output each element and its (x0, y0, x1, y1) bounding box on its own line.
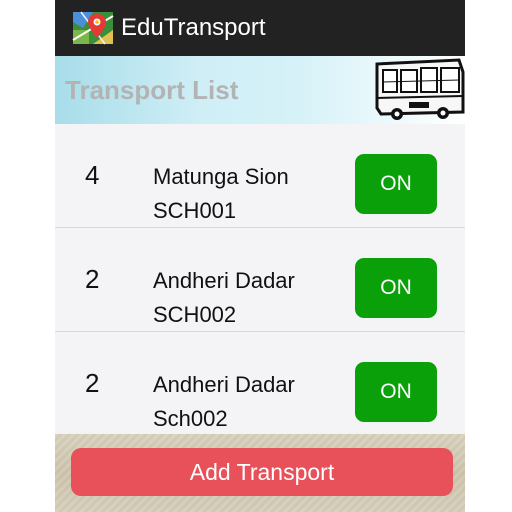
footer-bar: Add Transport (55, 434, 465, 512)
page-title: Transport List (65, 75, 239, 105)
transport-count: 2 (85, 264, 100, 294)
app-title: EduTransport (121, 14, 266, 41)
app-icon[interactable] (71, 10, 115, 46)
transport-row[interactable]: 2 Andheri Dadar Sch002 ON (55, 332, 465, 435)
on-toggle-button[interactable]: ON (355, 154, 437, 214)
transport-code: SCH001 (153, 198, 237, 223)
on-toggle-button[interactable]: ON (355, 362, 437, 422)
transport-code: SCH002 (153, 302, 237, 327)
on-toggle-button[interactable]: ON (355, 258, 437, 318)
transport-row[interactable]: 2 Andheri Dadar SCH002 ON (55, 228, 465, 332)
bus-icon (375, 58, 465, 120)
transport-code: Sch002 (153, 406, 228, 431)
action-bar: EduTransport (55, 0, 465, 56)
transport-route: Matunga Sion (153, 164, 289, 189)
app-screen: EduTransport Transport List 4 Matunga Si… (55, 0, 465, 512)
transport-row[interactable]: 4 Matunga Sion SCH001 ON (55, 124, 465, 228)
transport-route: Andheri Dadar (153, 372, 295, 397)
transport-route: Andheri Dadar (153, 268, 295, 293)
transport-list: 4 Matunga Sion SCH001 ON 2 Andheri Dadar… (55, 124, 465, 434)
transport-count: 2 (85, 368, 100, 398)
transport-count: 4 (85, 160, 100, 190)
transport-list-header: Transport List (55, 56, 465, 124)
add-transport-button[interactable]: Add Transport (71, 448, 453, 496)
